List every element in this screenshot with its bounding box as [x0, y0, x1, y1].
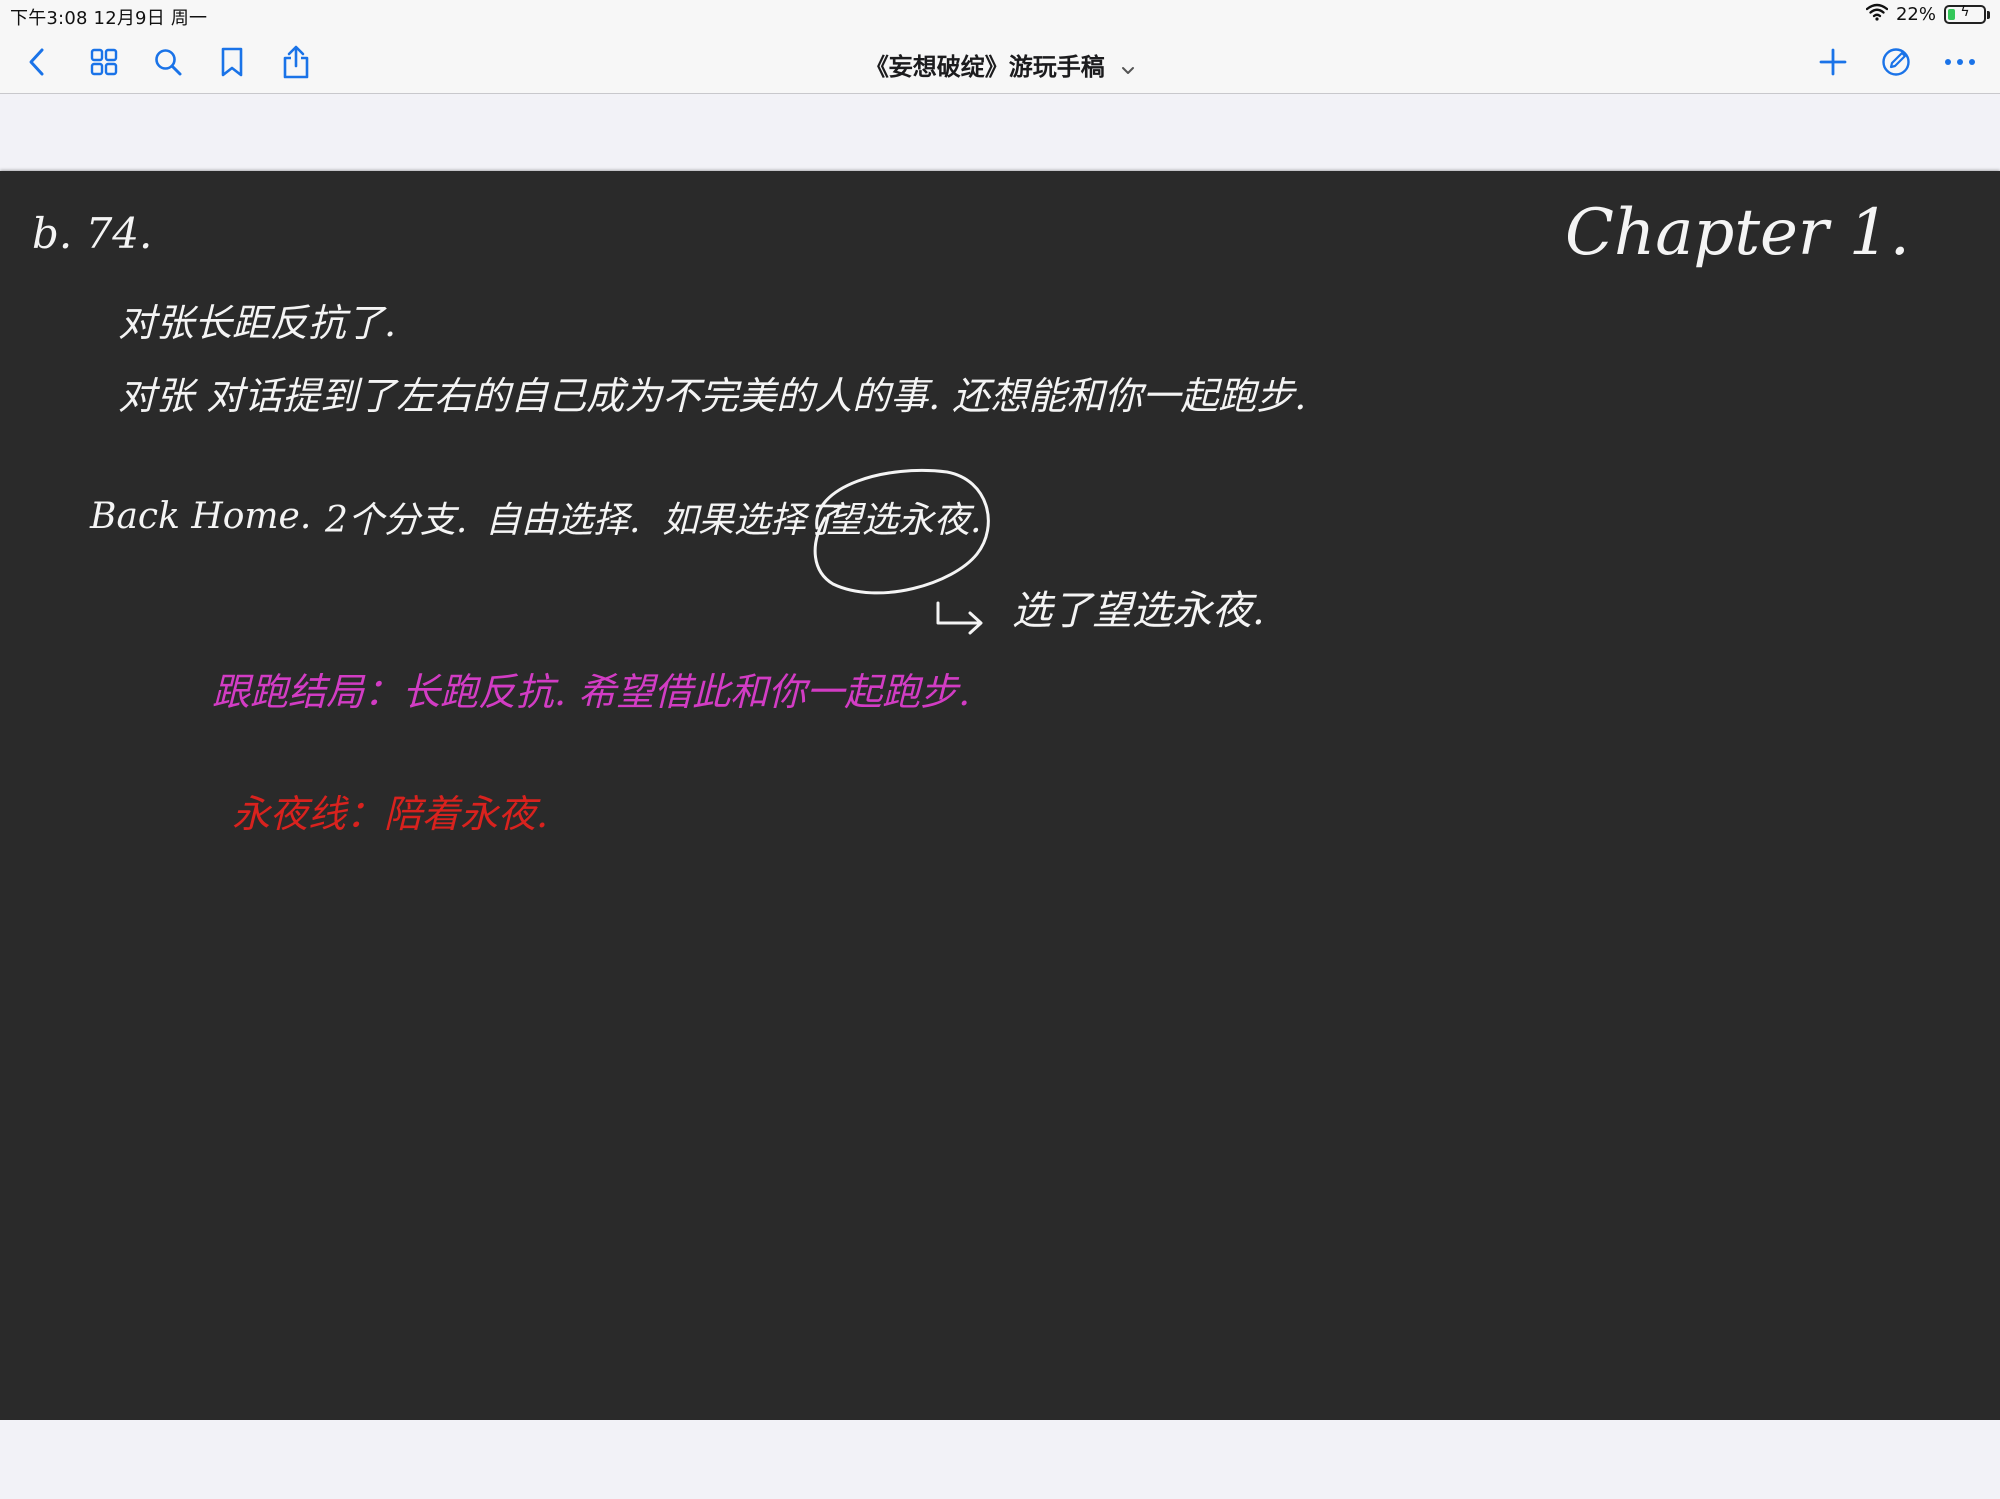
note-line-1: 对张长距反抗了. [118, 301, 397, 345]
status-time: 下午3:08 12月9日 周一 [10, 8, 208, 29]
note-page[interactable]: b. 74. Chapter 1. 对张长距反抗了. 对张 对话提到了左右的自己… [0, 171, 2000, 1420]
charging-bolt-icon: ϟ [1960, 4, 1970, 20]
note-magenta-line: 跟跑结局：长跑反抗. 希望借此和你一起跑步. [212, 670, 971, 714]
page-gap-top [0, 94, 2000, 171]
battery-cap [1987, 10, 1990, 19]
note-header-right: Chapter 1. [1565, 196, 1910, 270]
page-gap-bottom [0, 1420, 2000, 1499]
plus-icon[interactable] [1813, 42, 1853, 82]
note-line-3-prefix: Back Home. [90, 496, 312, 537]
chevron-down-icon [1121, 54, 1135, 82]
circle-mark [813, 468, 990, 595]
document-title-text: 《妄想破绽》游玩手稿 [864, 53, 1105, 81]
note-line-3-part3: 自由选择. [485, 500, 641, 541]
document-title[interactable]: 《妄想破绽》游玩手稿 [0, 47, 2000, 82]
note-header-left: b. 74. [32, 209, 153, 258]
note-line-3-part2: 2个分支. [325, 500, 468, 541]
arrow-icon [936, 601, 983, 635]
note-line-2: 对张 对话提到了左右的自己成为不完美的人的事. 还想能和你一起跑步. [118, 374, 1307, 418]
wifi-icon [1865, 3, 1889, 26]
note-red-line: 永夜线：陪着永夜. [232, 792, 549, 836]
note-arrow-line: 选了望选永夜. [1012, 588, 1265, 634]
battery-percent: 22% [1895, 4, 1936, 25]
more-icon[interactable] [1940, 42, 1980, 82]
toolbar: 《妄想破绽》游玩手稿 [0, 30, 2000, 94]
status-bar: 下午3:08 12月9日 周一 22% ϟ [0, 0, 2000, 30]
battery-icon: ϟ [1944, 4, 1986, 24]
pencil-circle-icon[interactable] [1876, 42, 1916, 82]
status-right: 22% ϟ [1865, 3, 1990, 26]
